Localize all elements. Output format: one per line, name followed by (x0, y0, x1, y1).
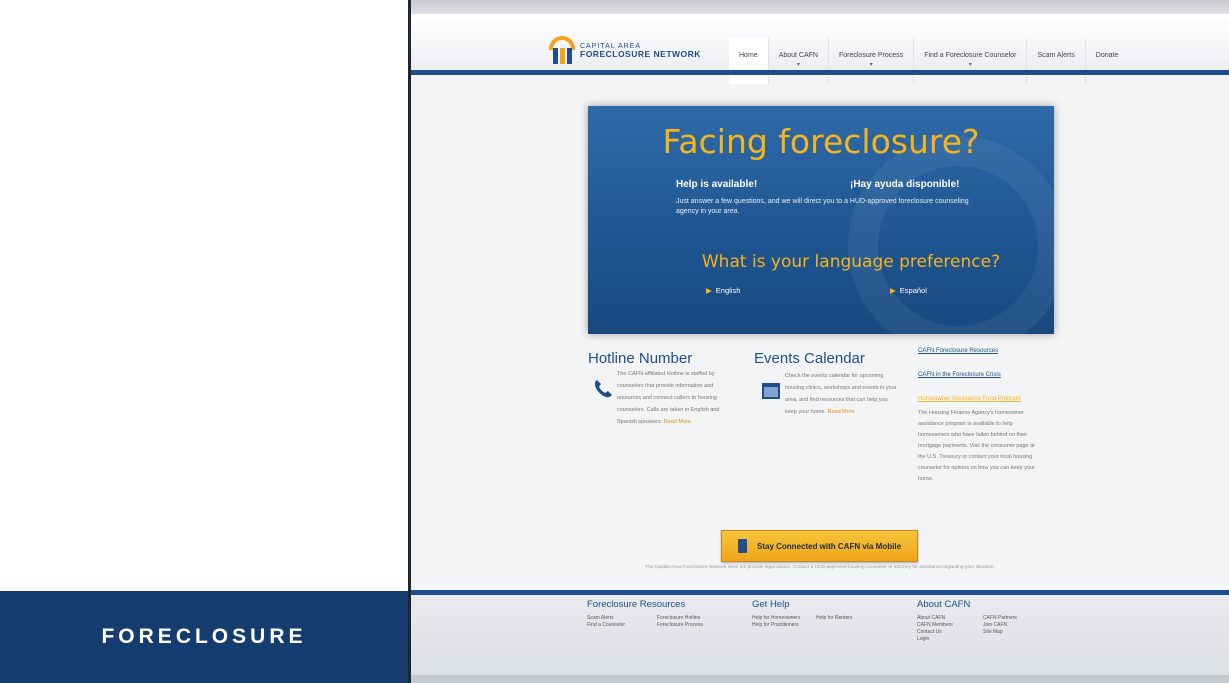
espanol-label: Español (899, 286, 927, 295)
hotline-title: Hotline Number (588, 350, 693, 367)
footer-resources-links-a: Scam Alerts Find a Counselor (587, 615, 625, 629)
footer-link[interactable]: Login (917, 636, 953, 643)
hero-title: Facing foreclosure? (662, 122, 980, 161)
category-banner: FORECLOSURE (0, 591, 408, 683)
footer-link[interactable]: Scam Alerts (587, 615, 625, 622)
logo-line-2: FORECLOSURE NETWORK (580, 49, 701, 60)
footer-link[interactable]: Find a Counselor (587, 622, 625, 629)
mobile-phone-icon (738, 539, 747, 553)
site-footer: Foreclosure Resources Scam Alerts Find a… (411, 595, 1229, 675)
footer-about-title: About CAFN (917, 599, 971, 610)
disclaimer: The Capital Area Foreclosure Network doe… (645, 565, 995, 570)
footer-link[interactable]: Contact Us (917, 629, 953, 636)
hotline-body: The CAFN-affiliated Hotline is staffed b… (617, 371, 720, 425)
nav-label: Foreclosure Process (838, 52, 904, 59)
calendar-icon (762, 383, 780, 399)
logo-text: CAPITAL AREA FORECLOSURE NETWORK (580, 43, 701, 59)
site-logo[interactable]: CAPITAL AREA FORECLOSURE NETWORK (549, 36, 701, 66)
english-link[interactable]: ▶ English (706, 286, 740, 295)
footer-link[interactable]: About CAFN (917, 615, 953, 622)
footer-link[interactable]: CAFN Partners (983, 615, 1017, 622)
footer-help-links-b: Help for Renters (816, 615, 852, 622)
chevron-down-icon: ▾ (869, 62, 873, 68)
nav-item-donate[interactable]: Donate (1086, 38, 1129, 84)
language-question: What is your language preference? (701, 252, 1001, 272)
chevron-down-icon: ▾ (796, 62, 800, 68)
events-title: Events Calendar (754, 350, 865, 367)
footer-about-links-a: About CAFN CAFN Members Contact Us Login (917, 615, 953, 643)
watermark-graphic (848, 136, 1054, 334)
hotline-text: The CAFN-affiliated Hotline is staffed b… (617, 368, 737, 428)
hero-banner: Facing foreclosure? Help is available! ¡… (588, 106, 1054, 334)
footer-link[interactable]: Foreclosure Process (657, 622, 703, 629)
footer-resources-title: Foreclosure Resources (587, 599, 686, 610)
footer-help-links-a: Help for Homeowners Help for Practitione… (752, 615, 800, 629)
phone-icon (594, 380, 612, 398)
slide: FORECLOSURE CAPITAL AREA FORECLOSURE NET… (0, 0, 1229, 683)
left-panel: FORECLOSURE (0, 0, 408, 683)
crisis-link[interactable]: CAFN in the Foreclosure Crisis (918, 372, 1043, 378)
chevron-down-icon: ▾ (968, 62, 972, 68)
main-nav: Home About CAFN ▾ Foreclosure Process ▾ … (729, 38, 1128, 84)
sidebar-text: The Housing Finance Agency's homeowner a… (918, 410, 1035, 482)
footer-resources-links-b: Foreclosure Hotline Foreclosure Process (657, 615, 703, 629)
site-header: CAPITAL AREA FORECLOSURE NETWORK Home Ab… (411, 14, 1229, 84)
nav-item-scam-alerts[interactable]: Scam Alerts (1027, 38, 1086, 84)
footer-link[interactable]: Help for Homeowners (752, 615, 800, 622)
browser-top-strip (411, 0, 1229, 14)
footer-link[interactable]: Help for Renters (816, 615, 852, 622)
resources-link[interactable]: CAFN Foreclosure Resources (918, 348, 1043, 354)
espanol-link[interactable]: ▶ Español (890, 286, 927, 295)
header-rule (411, 70, 1229, 75)
assistance-program-link[interactable]: Homeowner Assistance Fund Program (918, 396, 1043, 402)
stay-connected-label: Stay Connected with CAFN via Mobile (757, 541, 902, 551)
nav-label: Scam Alerts (1037, 52, 1075, 59)
english-label: English (715, 286, 741, 295)
nav-item-process[interactable]: Foreclosure Process ▾ (829, 38, 915, 84)
play-arrow-icon: ▶ (706, 286, 712, 295)
browser-bottom-strip (411, 675, 1229, 683)
nav-item-home[interactable]: Home (729, 38, 769, 84)
footer-link[interactable]: Help for Practitioners (752, 622, 800, 629)
nav-item-about[interactable]: About CAFN ▾ (769, 38, 829, 84)
nav-label: About CAFN (778, 52, 818, 59)
footer-link[interactable]: CAFN Members (917, 622, 953, 629)
help-available-es: ¡Hay ayuda disponible! (850, 179, 960, 190)
nav-label: Donate (1095, 52, 1119, 59)
footer-link[interactable]: Foreclosure Hotline (657, 615, 703, 622)
footer-link[interactable]: Join CAFN (983, 622, 1017, 629)
stay-connected-button[interactable]: Stay Connected with CAFN via Mobile (721, 530, 918, 562)
footer-link[interactable]: Site Map (983, 629, 1017, 636)
nav-label: Find a Foreclosure Counselor (924, 52, 1017, 59)
hero-description: Just answer a few questions, and we will… (676, 198, 969, 215)
footer-help-title: Get Help (752, 599, 790, 610)
nav-item-counselor[interactable]: Find a Foreclosure Counselor ▾ (914, 38, 1028, 84)
nav-label: Home (739, 52, 758, 59)
category-label: FORECLOSURE (101, 625, 307, 648)
events-read-more-link[interactable]: Read More (828, 409, 855, 415)
footer-about-links-b: CAFN Partners Join CAFN Site Map (983, 615, 1017, 636)
house-logo-icon (549, 36, 575, 66)
website-screenshot: CAPITAL AREA FORECLOSURE NETWORK Home Ab… (411, 0, 1229, 683)
hotline-read-more-link[interactable]: Read More (664, 419, 691, 425)
right-sidebar: CAFN Foreclosure Resources CAFN in the F… (918, 348, 1043, 485)
play-arrow-icon: ▶ (890, 286, 896, 295)
events-text: Check the events calendar for upcoming h… (785, 370, 900, 418)
help-available-en: Help is available! (676, 179, 758, 190)
